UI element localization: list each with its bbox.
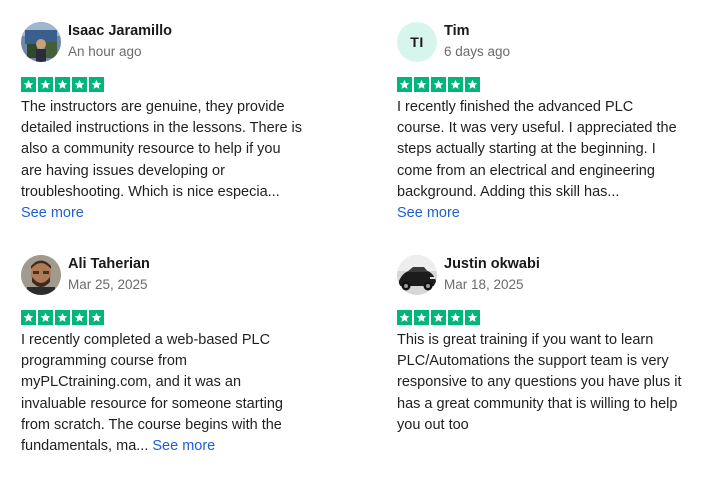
review-date: Mar 18, 2025 — [444, 277, 524, 292]
star-icon — [414, 77, 429, 92]
star-icon — [55, 310, 70, 325]
review-body: This is great training if you want to le… — [397, 330, 707, 436]
star-icon — [89, 77, 104, 92]
star-icon — [431, 310, 446, 325]
star-icon — [21, 77, 36, 92]
star-icon — [465, 77, 480, 92]
reviewer-name: Ali Taherian — [68, 256, 150, 272]
star-icon — [431, 77, 446, 92]
star-icon — [21, 310, 36, 325]
star-icon — [448, 310, 463, 325]
review-text: This is great training if you want to le… — [397, 332, 682, 433]
review-date: 6 days ago — [444, 44, 511, 59]
avatar[interactable] — [21, 22, 61, 62]
star-icon — [55, 77, 70, 92]
review-text: I recently finished the advanced PLC cou… — [397, 99, 677, 200]
see-more-link[interactable]: See more — [152, 438, 215, 454]
review-card: Justin okwabi Mar 18, 2025 This is great… — [397, 255, 707, 436]
star-icon — [38, 310, 53, 325]
see-more-link[interactable]: See more — [21, 203, 331, 224]
avatar[interactable] — [397, 255, 437, 295]
star-icon — [72, 310, 87, 325]
review-text: The instructors are genuine, they provid… — [21, 99, 303, 200]
review-header: TI Tim 6 days ago — [397, 22, 707, 62]
review-body: The instructors are genuine, they provid… — [21, 97, 331, 224]
review-body: I recently finished the advanced PLC cou… — [397, 97, 707, 224]
star-rating — [21, 310, 331, 326]
avatar-initials: TI — [410, 34, 424, 50]
review-header: Justin okwabi Mar 18, 2025 — [397, 255, 707, 295]
review-date: An hour ago — [68, 44, 142, 59]
star-icon — [38, 77, 53, 92]
review-card: Ali Taherian Mar 25, 2025 I recently com… — [21, 255, 331, 457]
reviewer-name: Isaac Jaramillo — [68, 23, 172, 39]
star-icon — [72, 77, 87, 92]
review-card: Isaac Jaramillo An hour ago The instruct… — [21, 22, 331, 224]
review-body: I recently completed a web-based PLC pro… — [21, 330, 331, 457]
reviewer-name: Justin okwabi — [444, 256, 540, 272]
star-rating — [397, 77, 707, 93]
reviewer-name: Tim — [444, 23, 470, 39]
review-text: I recently completed a web-based PLC pro… — [21, 332, 283, 455]
star-icon — [397, 310, 412, 325]
review-header: Ali Taherian Mar 25, 2025 — [21, 255, 331, 295]
review-header: Isaac Jaramillo An hour ago — [21, 22, 331, 62]
star-icon — [89, 310, 104, 325]
avatar[interactable]: TI — [397, 22, 437, 62]
star-rating — [21, 77, 331, 93]
star-icon — [465, 310, 480, 325]
star-icon — [414, 310, 429, 325]
avatar[interactable] — [21, 255, 61, 295]
review-card: TI Tim 6 days ago I recently finished th… — [397, 22, 707, 224]
star-rating — [397, 310, 707, 326]
star-icon — [448, 77, 463, 92]
review-date: Mar 25, 2025 — [68, 277, 148, 292]
see-more-link[interactable]: See more — [397, 203, 707, 224]
star-icon — [397, 77, 412, 92]
